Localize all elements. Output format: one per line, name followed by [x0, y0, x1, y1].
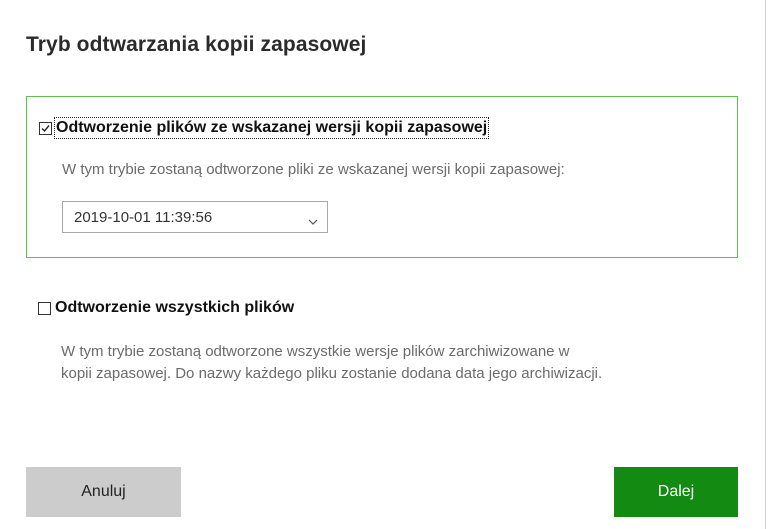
- chevron-down-icon: [308, 213, 318, 231]
- cancel-button[interactable]: Anuluj: [26, 467, 181, 517]
- option-selected-version-header[interactable]: Odtworzenie plików ze wskazanej wersji k…: [39, 117, 490, 139]
- option-all-files[interactable]: Odtworzenie wszystkich plików W tym tryb…: [26, 290, 738, 400]
- dialog-edge: [765, 0, 766, 529]
- checkbox-unchecked-icon[interactable]: [38, 301, 51, 315]
- version-select-value: 2019-10-01 11:39:56: [74, 208, 213, 226]
- option-selected-version-description: W tym trybie zostaną odtworzone pliki ze…: [62, 161, 565, 178]
- option-selected-version-label[interactable]: Odtworzenie plików ze wskazanej wersji k…: [53, 117, 490, 139]
- option-selected-version[interactable]: Odtworzenie plików ze wskazanej wersji k…: [26, 96, 738, 258]
- option-all-files-description-line1: W tym trybie zostaną odtworzone wszystki…: [61, 343, 570, 360]
- option-all-files-header[interactable]: Odtworzenie wszystkich plików: [38, 299, 294, 317]
- dialog-title: Tryb odtwarzania kopii zapasowej: [26, 33, 367, 56]
- version-select[interactable]: 2019-10-01 11:39:56: [62, 201, 328, 233]
- checkbox-checked-icon[interactable]: [39, 121, 52, 135]
- next-button[interactable]: Dalej: [614, 467, 738, 517]
- option-all-files-description-line2: kopii zapasowej. Do nazwy każdego pliku …: [61, 365, 603, 382]
- option-all-files-description: W tym trybie zostaną odtworzone wszystki…: [61, 341, 602, 385]
- option-all-files-label[interactable]: Odtworzenie wszystkich plików: [55, 299, 294, 317]
